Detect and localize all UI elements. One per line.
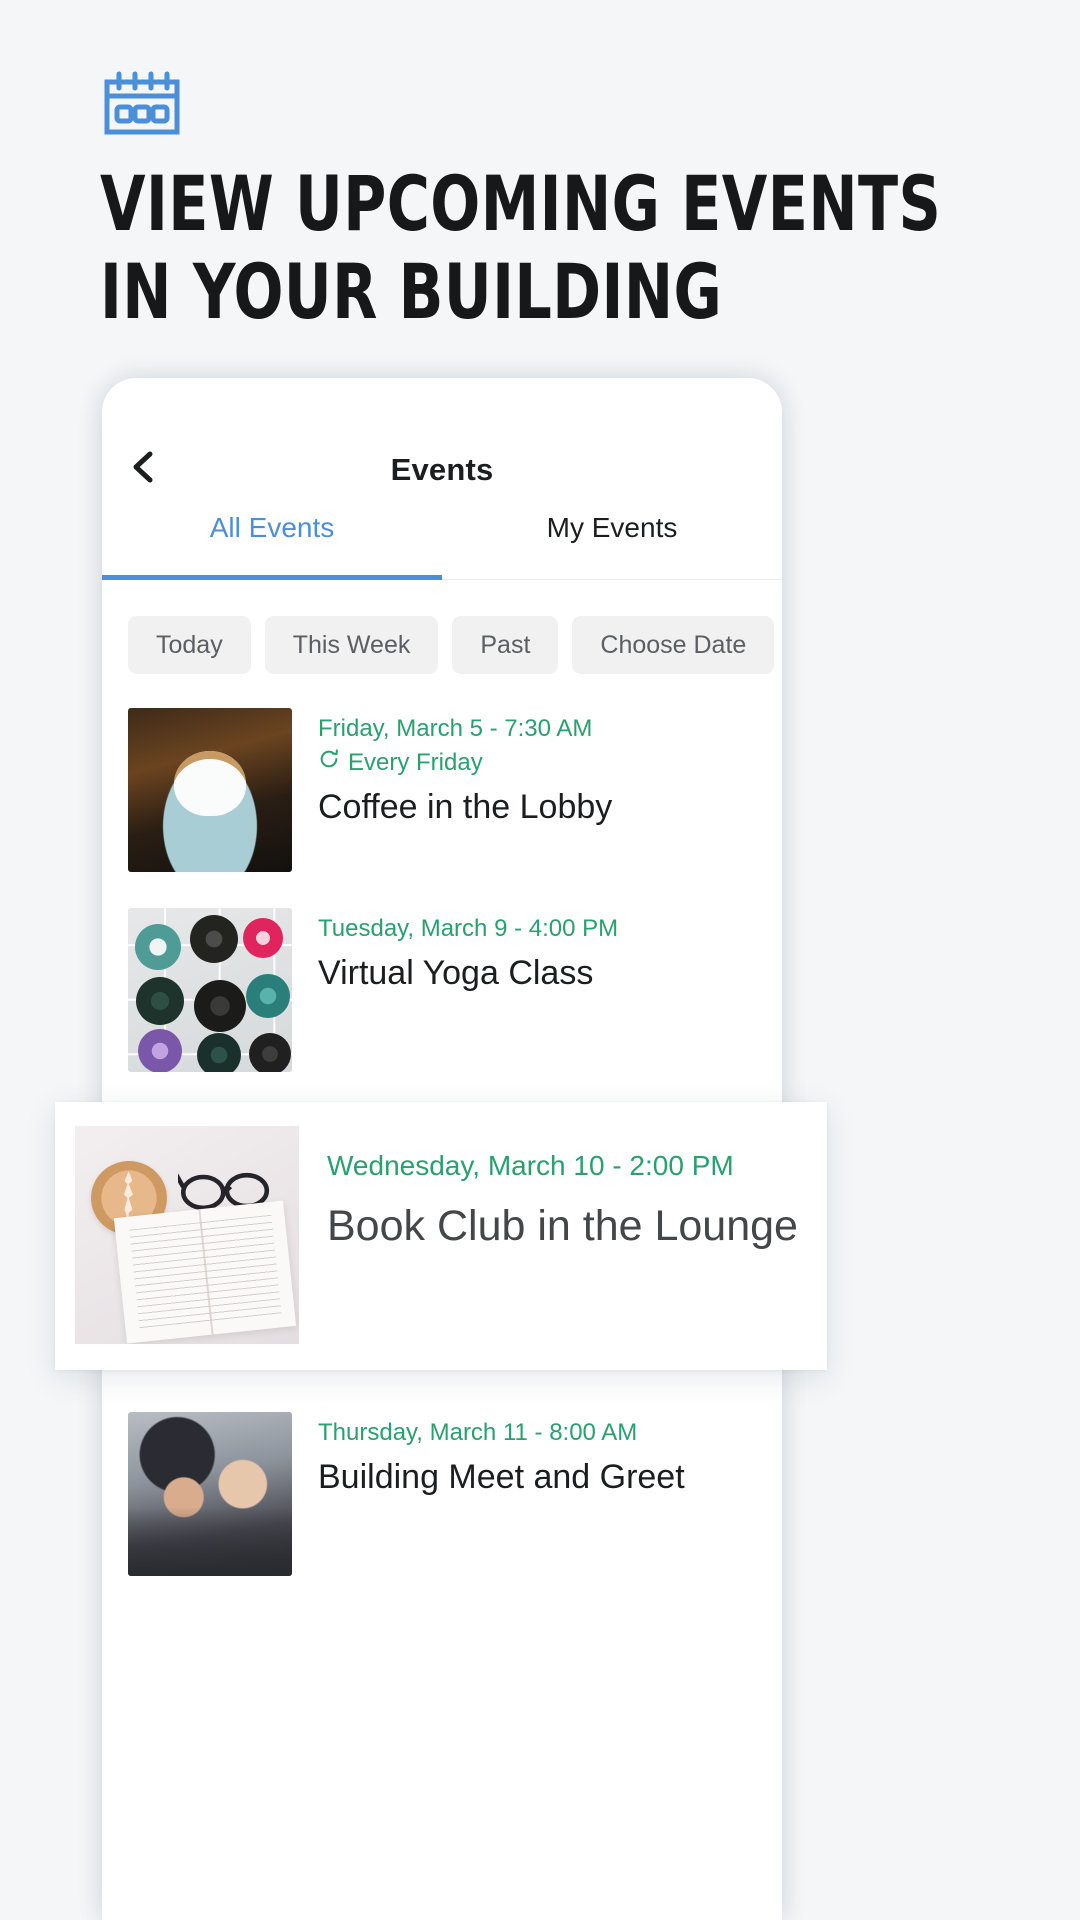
event-thumbnail-coffee (128, 708, 292, 872)
filter-chip-past[interactable]: Past (452, 616, 559, 674)
event-thumbnail-people (128, 1412, 292, 1576)
page-title: View Upcoming Events In Your Building (100, 159, 942, 336)
event-thumbnail-book-club (75, 1126, 299, 1344)
list-item[interactable]: Thursday, March 11 - 8:00 AM Building Me… (102, 1412, 782, 1576)
tab-bar: All Events My Events (102, 506, 782, 580)
calendar-icon (103, 70, 181, 136)
tab-my-events[interactable]: My Events (442, 506, 782, 574)
event-title: Book Club in the Lounge (327, 1202, 798, 1250)
list-item[interactable]: Tuesday, March 9 - 4:00 PM Virtual Yoga … (102, 908, 782, 1072)
highlighted-event-meta: Wednesday, March 10 - 2:00 PM Book Club … (299, 1126, 798, 1370)
refresh-icon (318, 746, 340, 780)
event-title: Virtual Yoga Class (318, 954, 594, 992)
list-item[interactable]: Friday, March 5 - 7:30 AM Every Friday C… (102, 708, 782, 872)
filter-chip-row: Today This Week Past Choose Date (102, 580, 782, 674)
nav-title: Events (390, 452, 494, 487)
filter-chip-choose-date[interactable]: Choose Date (572, 616, 775, 674)
highlighted-event-card[interactable]: Wednesday, March 10 - 2:00 PM Book Club … (55, 1102, 827, 1370)
event-recurrence-label: Every Friday (348, 749, 483, 776)
event-recurrence: Every Friday (318, 746, 612, 780)
event-meta: Friday, March 5 - 7:30 AM Every Friday C… (292, 708, 612, 872)
event-date: Friday, March 5 - 7:30 AM (318, 715, 593, 742)
tab-all-events[interactable]: All Events (102, 506, 442, 580)
open-book (113, 1200, 297, 1344)
page-title-line-2: In Your Building (100, 247, 723, 336)
event-meta: Tuesday, March 9 - 4:00 PM Virtual Yoga … (292, 908, 618, 1072)
filter-chip-choose-date-label: Choose Date (600, 630, 747, 659)
event-title: Coffee in the Lobby (318, 788, 613, 826)
tab-all-events-label: All Events (209, 512, 335, 543)
event-title: Building Meet and Greet (318, 1458, 685, 1496)
tab-my-events-label: My Events (546, 512, 678, 543)
event-date: Wednesday, March 10 - 2:00 PM (327, 1150, 734, 1181)
filter-chip-today[interactable]: Today (128, 616, 251, 674)
event-meta: Thursday, March 11 - 8:00 AM Building Me… (292, 1412, 685, 1576)
event-thumbnail-yoga (128, 908, 292, 1072)
event-date: Thursday, March 11 - 8:00 AM (318, 1419, 638, 1446)
page-title-line-1: View Upcoming Events (100, 159, 942, 248)
app-nav-bar: Events (102, 378, 782, 506)
filter-chip-this-week[interactable]: This Week (264, 616, 439, 674)
filter-chip-this-week-label: This Week (292, 630, 411, 659)
event-date: Tuesday, March 9 - 4:00 PM (318, 915, 619, 942)
filter-chip-today-label: Today (156, 630, 223, 659)
filter-chip-past-label: Past (480, 630, 531, 659)
